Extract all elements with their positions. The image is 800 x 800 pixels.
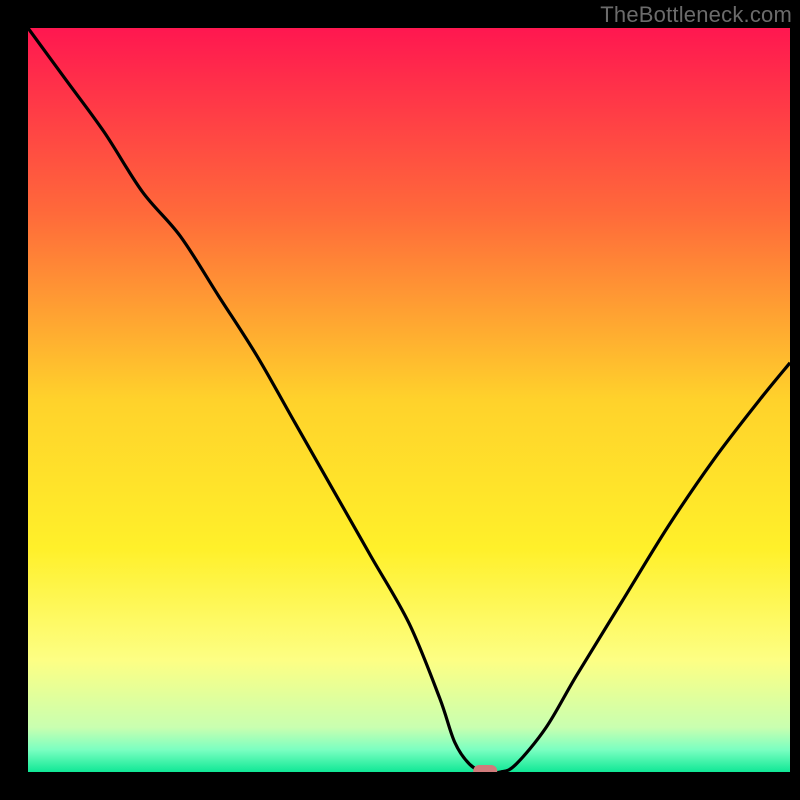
watermark-label: TheBottleneck.com: [600, 2, 792, 28]
bottleneck-chart: TheBottleneck.com: [0, 0, 800, 800]
chart-gradient-bg: [28, 28, 790, 772]
chart-svg: [0, 0, 800, 800]
